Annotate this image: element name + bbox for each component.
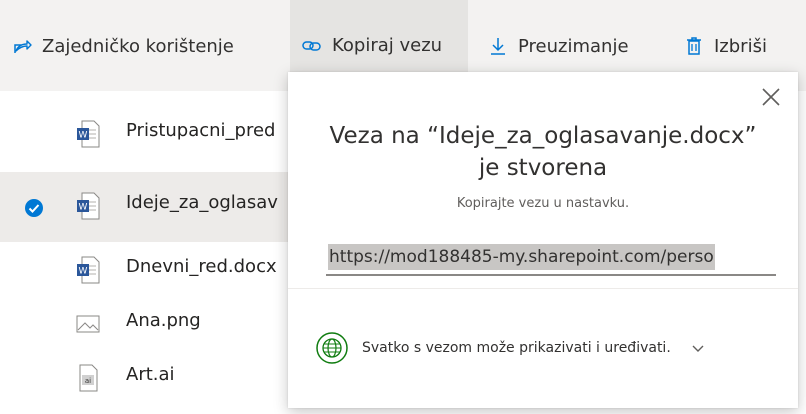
word-doc-icon: W: [77, 120, 100, 148]
divider: [288, 288, 798, 289]
file-row-selected[interactable]: W Ideje_za_oglasav: [0, 172, 300, 242]
globe-icon: [316, 332, 348, 364]
file-row[interactable]: ai Art.ai: [0, 344, 300, 414]
share-label: Zajedničko korištenje: [42, 35, 234, 57]
file-name: Ana.png: [126, 310, 201, 331]
delete-label: Izbriši: [714, 35, 767, 57]
file-name: Art.ai: [126, 364, 175, 385]
image-file-icon: [76, 315, 100, 333]
copy-link-dialog: Veza na “Ideje_za_oglasavanje.docx” je s…: [288, 72, 798, 408]
dialog-title: Veza na “Ideje_za_oglasavanje.docx” je s…: [308, 120, 778, 184]
link-icon: [302, 40, 321, 51]
close-icon[interactable]: [760, 86, 782, 108]
word-doc-icon: W: [77, 192, 100, 220]
file-row[interactable]: W Pristupacni_pred: [0, 100, 300, 170]
chevron-down-icon: [692, 345, 704, 352]
word-doc-icon: W: [77, 256, 100, 284]
svg-text:W: W: [79, 131, 88, 141]
file-name: Dnevni_red.docx: [126, 256, 277, 277]
share-icon: [14, 40, 32, 53]
svg-text:W: W: [79, 203, 88, 213]
download-label: Preuzimanje: [518, 35, 629, 57]
link-settings-button[interactable]: Svatko s vezom može prikazivati i uređiv…: [316, 330, 786, 366]
permission-text: Svatko s vezom može prikazivati i uređiv…: [362, 340, 671, 356]
file-name: Ideje_za_oglasav: [126, 192, 278, 213]
share-button[interactable]: Zajedničko korištenje: [12, 30, 234, 62]
delete-button[interactable]: Izbriši: [684, 30, 767, 62]
svg-text:ai: ai: [85, 377, 91, 385]
dialog-title-line-1: Veza na “Ideje_za_oglasavanje.docx”: [329, 123, 757, 149]
trash-icon: [687, 37, 701, 55]
illustrator-file-icon: ai: [79, 364, 98, 392]
dialog-subtitle: Kopirajte vezu u nastavku.: [456, 196, 630, 211]
check-circle-icon[interactable]: [24, 198, 44, 218]
download-icon: [491, 38, 505, 55]
link-url-text: https://mod188485-my.sharepoint.com/pers…: [328, 244, 715, 270]
link-url-field[interactable]: https://mod188485-my.sharepoint.com/pers…: [326, 240, 776, 276]
dialog-title-line-2: je stvorena: [478, 155, 608, 181]
file-name: Pristupacni_pred: [126, 120, 276, 141]
download-button[interactable]: Preuzimanje: [488, 30, 629, 62]
svg-text:W: W: [79, 267, 88, 277]
copy-link-label: Kopiraj vezu: [332, 35, 443, 56]
